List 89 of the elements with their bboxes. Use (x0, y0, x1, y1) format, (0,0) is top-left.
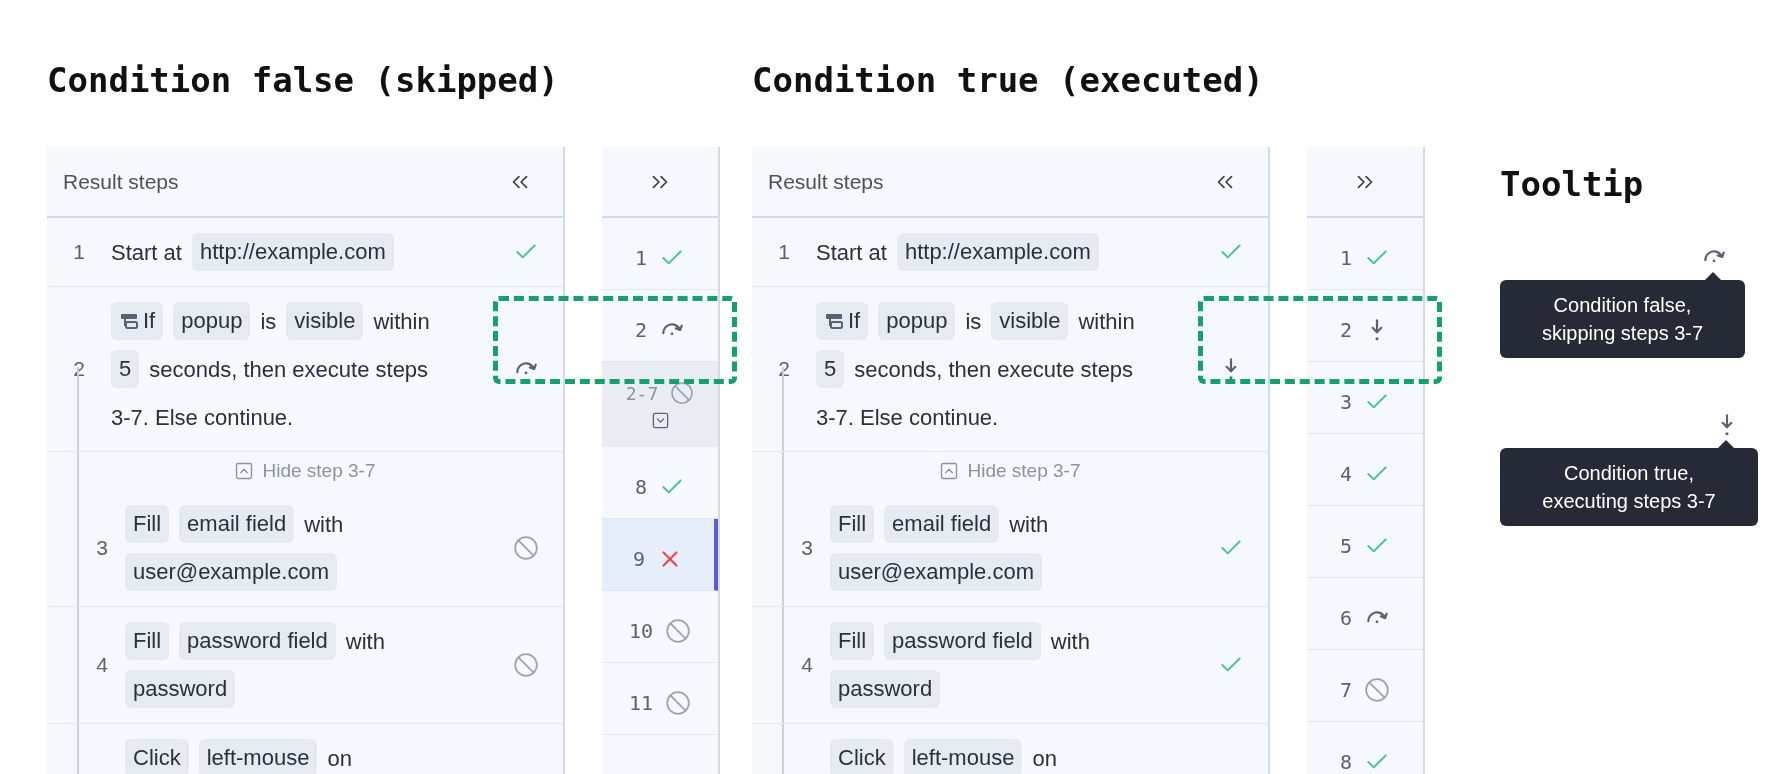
tooltip: Condition false, skipping steps 3-7 (1500, 272, 1745, 358)
expand-icon[interactable] (650, 410, 670, 430)
step-number: 9 (632, 545, 645, 573)
mini-step[interactable]: 5 (1307, 506, 1423, 578)
token-tag: left-mouse (903, 739, 1023, 774)
section-heading: Condition true (executed) (752, 59, 1265, 102)
mini-step[interactable]: 4 (1307, 434, 1423, 506)
step-number: 5 (1339, 532, 1352, 560)
mini-step[interactable]: 9 (602, 519, 718, 591)
step-number: 8 (634, 473, 647, 501)
token-tag: popup (878, 302, 956, 340)
step-number: 1 (73, 239, 85, 266)
step-number: 4 (801, 652, 813, 679)
mini-step[interactable]: 8 (1307, 722, 1423, 774)
hide-steps-button[interactable]: Hide step 3-7 (234, 456, 376, 486)
token-tag: http://example.com (896, 233, 1099, 271)
mini-step[interactable]: 7 (1307, 650, 1423, 722)
step-number: 4 (96, 652, 108, 679)
token-tag: Fill (125, 622, 170, 660)
step-text: Start at (111, 238, 182, 267)
panel-title: Result steps (768, 168, 884, 195)
step-text: within (1078, 307, 1135, 336)
step-range: 2-7 (625, 381, 659, 406)
step-number: 8 (1339, 748, 1352, 774)
step-text: on (1032, 744, 1057, 773)
step-text: with (1009, 510, 1049, 539)
step-text: seconds, then execute steps (854, 355, 1134, 384)
step-text: Start at (816, 238, 887, 267)
step-number: 7 (1339, 676, 1352, 704)
mini-step[interactable]: 10 (602, 591, 718, 663)
collapse-icon (234, 461, 255, 481)
step-number: 1 (634, 244, 647, 272)
token-tag: password field (179, 622, 336, 660)
step-number: 6 (1339, 604, 1352, 632)
step-number: 11 (628, 689, 654, 717)
condition-label: If (848, 307, 861, 335)
branch-icon (824, 311, 844, 331)
token-tag: user@example.com (125, 553, 337, 591)
section-heading: Tooltip (1500, 163, 1645, 206)
mini-step[interactable]: 2 (1307, 290, 1423, 362)
step-text: seconds, then execute steps (149, 355, 429, 384)
step-text: with (1050, 627, 1090, 656)
step-text: on (327, 744, 352, 773)
step-text: is (260, 307, 277, 336)
token-tag: popup (173, 302, 251, 340)
token-tag: http://example.com (191, 233, 394, 271)
token-tag: Click (830, 739, 894, 774)
step-text: with (345, 627, 385, 656)
step-number: 3 (96, 535, 108, 562)
token-tag: visible (991, 302, 1069, 340)
branch-icon (119, 311, 139, 331)
token-tag: visible (286, 302, 364, 340)
step-text: within (373, 307, 430, 336)
step-number: 2 (634, 316, 647, 344)
token-tag: password field (884, 622, 1041, 660)
collapse-icon (939, 461, 960, 481)
token-tag: left-mouse (198, 739, 318, 774)
token-tag: password (125, 670, 236, 708)
token-tag: Click (125, 739, 189, 774)
step-number: 1 (778, 239, 790, 266)
step-text: with (304, 510, 344, 539)
token-tag: 5 (111, 350, 140, 388)
step-number: 3 (801, 535, 813, 562)
mini-step[interactable]: 11 (602, 663, 718, 735)
step-number: 3 (1339, 388, 1352, 416)
step-text: 3-7. Else continue. (816, 403, 999, 432)
mini-step[interactable]: 1 (1307, 218, 1423, 290)
token-tag: user@example.com (830, 553, 1042, 591)
token-tag: Fill (125, 505, 170, 543)
section-heading: Condition false (skipped) (47, 59, 560, 102)
token-tag: Fill (830, 622, 875, 660)
token-tag: email field (884, 505, 1000, 543)
step-number: 2 (1339, 316, 1352, 344)
step-text: is (965, 307, 982, 336)
mini-step[interactable]: 3 (1307, 362, 1423, 434)
step-number: 4 (1339, 460, 1352, 488)
panel-title: Result steps (63, 168, 179, 195)
mini-step[interactable]: 6 (1307, 578, 1423, 650)
step-text: 3-7. Else continue. (111, 403, 294, 432)
token-tag: Fill (830, 505, 875, 543)
token-tag: 5 (816, 350, 845, 388)
tooltip: Condition true, executing steps 3-7 (1500, 440, 1758, 526)
condition-label: If (143, 307, 156, 335)
step-number: 10 (628, 617, 654, 645)
token-tag: email field (179, 505, 295, 543)
token-tag: password (830, 670, 941, 708)
step-number: 1 (1339, 244, 1352, 272)
mini-step[interactable]: 1 (602, 218, 718, 290)
hide-steps-button[interactable]: Hide step 3-7 (939, 456, 1081, 486)
